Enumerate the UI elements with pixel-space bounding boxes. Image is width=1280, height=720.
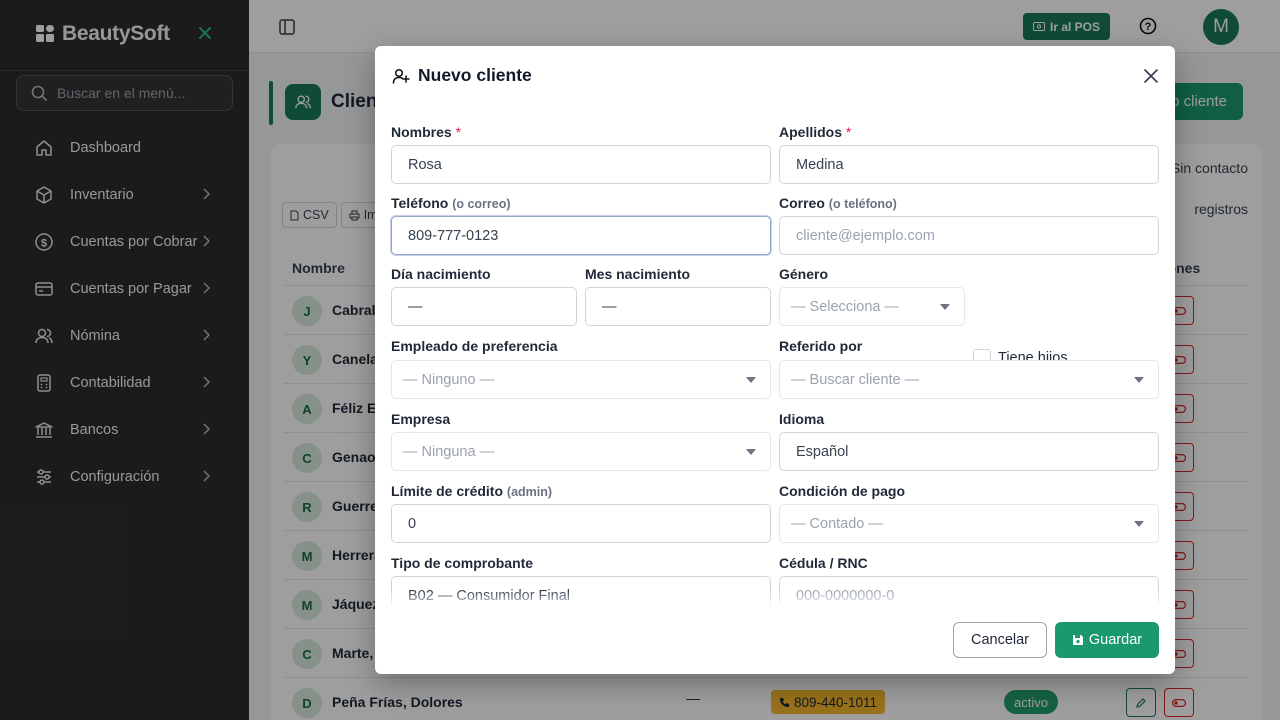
label-text: Correo [779,195,825,211]
nombres-input[interactable]: Rosa [391,145,771,184]
cancel-button[interactable]: Cancelar [953,622,1047,658]
caret-down-icon [746,377,756,383]
label-hint: (o correo) [452,197,511,211]
correo-label: Correo (o teléfono) [779,195,897,211]
label-text: Límite de crédito [391,483,504,499]
modal-header: Nuevo cliente [392,65,532,86]
select-value: — Ninguno — [403,371,495,388]
new-client-modal: Nuevo cliente Nombres * Rosa Apellidos *… [375,46,1175,674]
apellidos-input[interactable]: Medina [779,145,1159,184]
select-value: — Ninguna — [403,443,495,460]
empresa-select[interactable]: — Ninguna — [391,432,771,471]
label-text: Apellidos [779,124,843,140]
caret-down-icon [746,449,756,455]
required-mark: * [455,124,462,140]
referido-select[interactable]: — Buscar cliente — [779,360,1159,399]
credito-input[interactable]: 0 [391,504,771,543]
label-text: Teléfono [391,195,449,211]
empleado-select[interactable]: — Ninguno — [391,360,771,399]
label-hint: (o teléfono) [828,197,897,211]
mes-input[interactable]: — [585,287,771,326]
save-label: Guardar [1088,632,1143,648]
genero-select[interactable]: — Selecciona — [779,287,965,326]
select-value: — Buscar cliente — [791,371,920,388]
required-mark: * [845,124,852,140]
modal-form: Nombres * Rosa Apellidos * Medina Teléfo… [375,116,1175,606]
scroll-fade [375,591,1175,609]
condicion-label: Condición de pago [779,483,905,499]
select-value: — Contado — [791,515,883,532]
caret-down-icon [1134,377,1144,383]
dia-label: Día nacimiento [391,266,491,282]
caret-down-icon [1134,521,1144,527]
close-icon[interactable] [1143,68,1159,84]
empresa-label: Empresa [391,411,451,427]
save-button[interactable]: Guardar [1055,622,1159,658]
telefono-label: Teléfono (o correo) [391,195,511,211]
condicion-select[interactable]: — Contado — [779,504,1159,543]
idioma-input[interactable]: Español [779,432,1159,471]
empleado-label: Empleado de preferencia [391,338,558,354]
cedula-label: Cédula / RNC [779,555,868,571]
idioma-label: Idioma [779,411,825,427]
caret-down-icon [940,304,950,310]
save-icon [1072,635,1083,645]
telefono-input[interactable]: 809-777-0123 [391,216,771,255]
nombres-label: Nombres * [391,124,461,140]
label-text: Nombres [391,124,452,140]
label-hint: (admin) [506,485,553,499]
modal-title: Nuevo cliente [418,65,532,85]
select-value: — Selecciona — [791,298,899,315]
dia-input[interactable]: — [391,287,577,326]
credito-label: Límite de crédito (admin) [391,483,552,499]
mes-label: Mes nacimiento [585,266,691,282]
apellidos-label: Apellidos * [779,124,851,140]
genero-label: Género [779,266,829,282]
referido-label: Referido por [779,338,863,354]
user-plus-icon [392,68,410,84]
correo-input[interactable]: cliente@ejemplo.com [779,216,1159,255]
comprobante-label: Tipo de comprobante [391,555,534,571]
